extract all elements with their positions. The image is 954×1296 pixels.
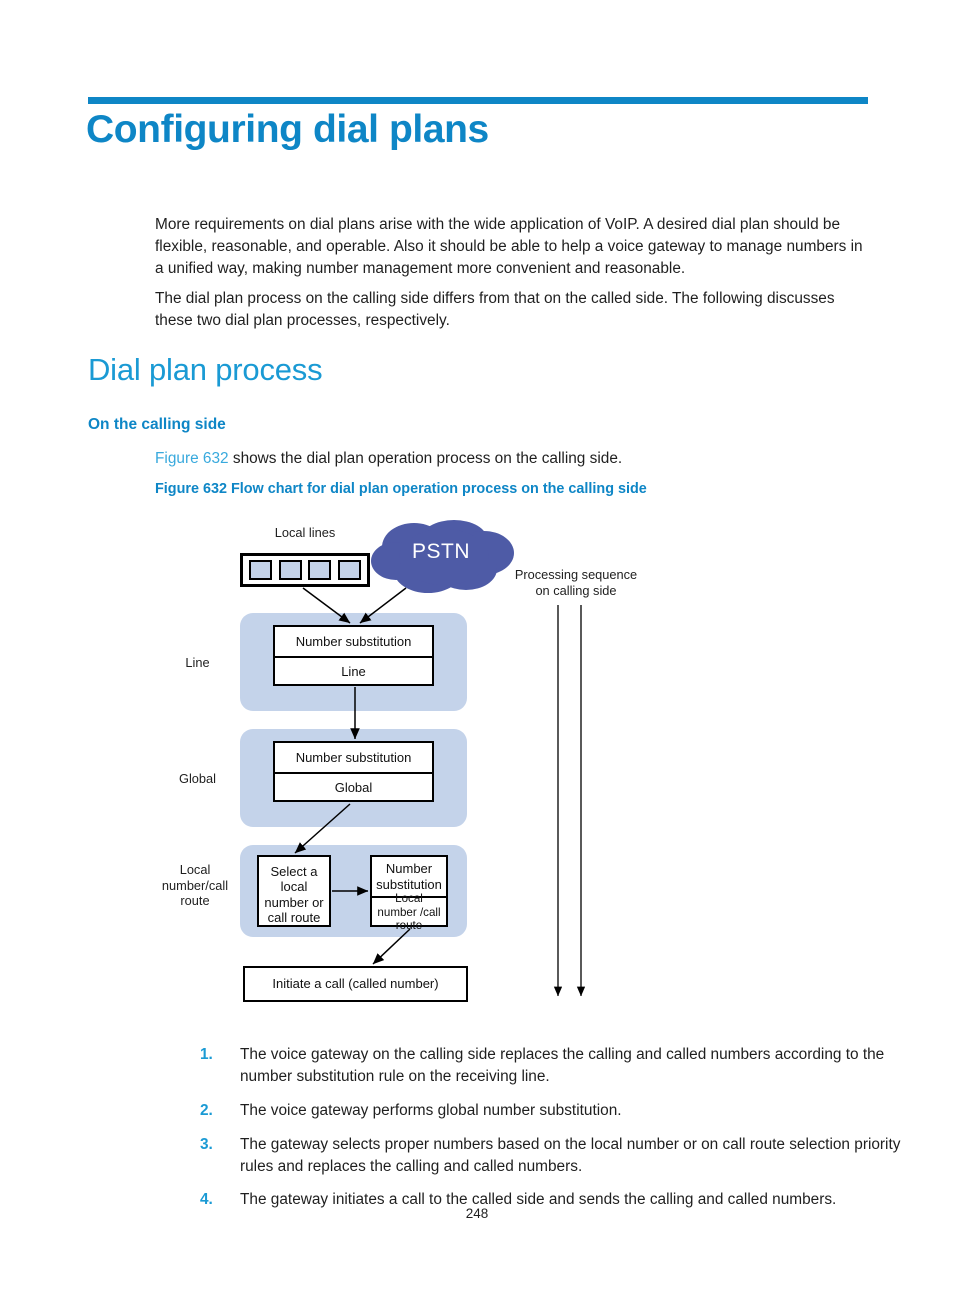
page-number: 248 bbox=[465, 1206, 489, 1221]
box-select-label: Select a local number or call route bbox=[264, 864, 324, 925]
box-initiate-label: Initiate a call (called number) bbox=[272, 976, 439, 992]
step-marker: 3. bbox=[200, 1135, 213, 1153]
processing-sequence-line2: on calling side bbox=[535, 582, 617, 598]
local-line-cell bbox=[249, 560, 273, 580]
stage-label-line: Line bbox=[185, 655, 210, 670]
list-item: 3. The gateway selects proper numbers ba… bbox=[195, 1134, 910, 1178]
figure-632-link[interactable]: Figure 632 bbox=[155, 450, 229, 467]
step-marker: 2. bbox=[200, 1101, 213, 1119]
step-text: The voice gateway on the calling side re… bbox=[240, 1046, 885, 1085]
box-line-bottom-label: Line bbox=[341, 664, 366, 680]
figure-caption: Figure 632 Flow chart for dial plan oper… bbox=[155, 481, 647, 497]
list-item: 2. The voice gateway performs global num… bbox=[195, 1100, 910, 1122]
box-numsub-bottom-label: Local number /call route bbox=[377, 892, 441, 933]
intro-paragraph-1: More requirements on dial plans arise wi… bbox=[155, 216, 863, 277]
process-box-local-substitution: Number substitution Local number /call r… bbox=[370, 855, 448, 933]
stage-label-local-number-call-route: Local number/call route bbox=[161, 862, 229, 909]
intro-paragraph-2: The dial plan process on the calling sid… bbox=[155, 290, 835, 329]
subsection-heading-on-the-calling-side: On the calling side bbox=[88, 416, 226, 433]
box-line-top-label: Number substitution bbox=[275, 627, 432, 658]
local-lines-label: Local lines bbox=[274, 525, 336, 540]
step-text: The voice gateway performs global number… bbox=[240, 1101, 622, 1119]
process-box-initiate-call: Initiate a call (called number) bbox=[243, 966, 468, 1002]
local-line-cell bbox=[308, 560, 332, 580]
local-line-cell bbox=[278, 560, 302, 580]
page-title: Configuring dial plans bbox=[86, 108, 489, 151]
list-item: 1. The voice gateway on the calling side… bbox=[195, 1044, 910, 1088]
pstn-label: PSTN bbox=[411, 540, 470, 563]
procedure-step-list: 1. The voice gateway on the calling side… bbox=[155, 1044, 910, 1223]
process-box-global-substitution: Number substitution Global bbox=[273, 741, 434, 802]
local-line-cell bbox=[337, 560, 361, 580]
box-global-bottom-label: Global bbox=[334, 780, 373, 796]
stage-label-global: Global bbox=[179, 771, 216, 786]
header-rule bbox=[88, 97, 868, 104]
section-heading-dial-plan-process: Dial plan process bbox=[88, 352, 323, 387]
local-lines-box bbox=[240, 553, 370, 587]
processing-sequence-label: Processing sequence on calling side bbox=[500, 567, 652, 598]
step-marker: 1. bbox=[200, 1046, 213, 1063]
process-box-line-substitution: Number substitution Line bbox=[273, 625, 434, 686]
process-box-select-local-number: Select a local number or call route bbox=[257, 855, 331, 927]
document-page: Configuring dial plans More requirements… bbox=[0, 0, 954, 1296]
figure-cross-reference-line: Figure 632 shows the dial plan operation… bbox=[155, 450, 622, 468]
box-global-top-label: Number substitution bbox=[275, 743, 432, 774]
processing-sequence-line1: Processing sequence bbox=[514, 567, 638, 582]
xref-trailing-text: shows the dial plan operation process on… bbox=[228, 450, 623, 467]
step-text: The gateway selects proper numbers based… bbox=[240, 1135, 901, 1175]
